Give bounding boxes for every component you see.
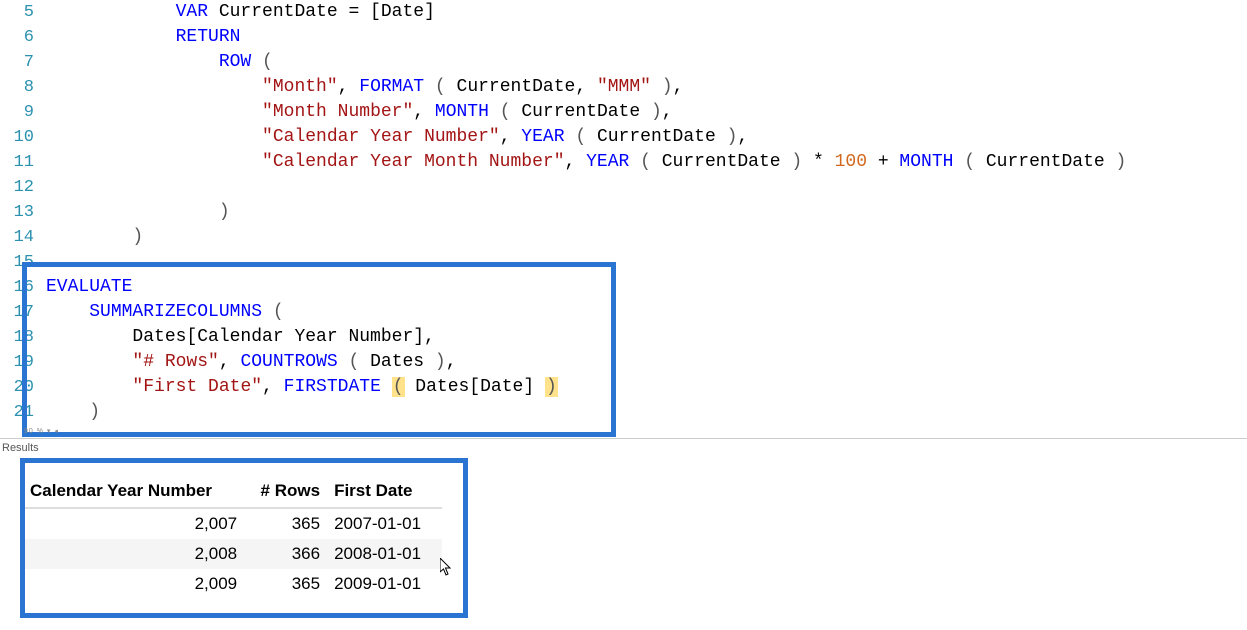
table-row[interactable]: 2,0083662008-01-01 <box>24 539 442 569</box>
col-header-rowcount[interactable]: # Rows <box>245 475 328 508</box>
code-line[interactable]: 20 "First Date", FIRSTDATE ( Dates[Date]… <box>0 375 1247 400</box>
cell-rowcount[interactable]: 366 <box>245 539 328 569</box>
line-number: 19 <box>0 350 46 375</box>
zoom-indicator[interactable]: 90 % ▾ ◂ <box>24 427 59 435</box>
line-number: 12 <box>0 175 46 200</box>
code-line[interactable]: 7 ROW ( <box>0 50 1247 75</box>
code-line[interactable]: 13 ) <box>0 200 1247 225</box>
results-pane-label: Results <box>2 442 39 454</box>
cell-firstdate[interactable]: 2009-01-01 <box>328 569 442 599</box>
code-content[interactable] <box>46 250 1247 275</box>
code-line[interactable]: 17 SUMMARIZECOLUMNS ( <box>0 300 1247 325</box>
line-number: 5 <box>0 0 46 25</box>
code-content[interactable]: "First Date", FIRSTDATE ( Dates[Date] ) <box>46 375 1247 400</box>
cell-year[interactable]: 2,009 <box>24 569 245 599</box>
cell-year[interactable]: 2,007 <box>24 508 245 539</box>
table-row[interactable]: 2,0093652009-01-01 <box>24 569 442 599</box>
code-content[interactable]: VAR CurrentDate = [Date] <box>46 0 1247 25</box>
code-content[interactable]: SUMMARIZECOLUMNS ( <box>46 300 1247 325</box>
code-content[interactable] <box>46 175 1247 200</box>
table-row[interactable]: 2,0073652007-01-01 <box>24 508 442 539</box>
line-number: 10 <box>0 125 46 150</box>
code-content[interactable]: "Month Number", MONTH ( CurrentDate ), <box>46 100 1247 125</box>
code-content[interactable]: Dates[Calendar Year Number], <box>46 325 1247 350</box>
cell-rowcount[interactable]: 365 <box>245 508 328 539</box>
col-header-firstdate[interactable]: First Date <box>328 475 442 508</box>
line-number: 8 <box>0 75 46 100</box>
line-number: 15 <box>0 250 46 275</box>
code-line[interactable]: 6 RETURN <box>0 25 1247 50</box>
code-line[interactable]: 10 "Calendar Year Number", YEAR ( Curren… <box>0 125 1247 150</box>
code-line[interactable]: 19 "# Rows", COUNTROWS ( Dates ), <box>0 350 1247 375</box>
code-line[interactable]: 12 <box>0 175 1247 200</box>
line-number: 20 <box>0 375 46 400</box>
code-content[interactable]: EVALUATE <box>46 275 1247 300</box>
cell-firstdate[interactable]: 2007-01-01 <box>328 508 442 539</box>
code-line[interactable]: 8 "Month", FORMAT ( CurrentDate, "MMM" )… <box>0 75 1247 100</box>
code-line[interactable]: 11 "Calendar Year Month Number", YEAR ( … <box>0 150 1247 175</box>
line-number: 9 <box>0 100 46 125</box>
code-content[interactable]: "Calendar Year Number", YEAR ( CurrentDa… <box>46 125 1247 150</box>
line-number: 7 <box>0 50 46 75</box>
code-line[interactable]: 21 ) <box>0 400 1247 425</box>
line-number: 16 <box>0 275 46 300</box>
line-number: 17 <box>0 300 46 325</box>
code-content[interactable]: "# Rows", COUNTROWS ( Dates ), <box>46 350 1247 375</box>
cell-rowcount[interactable]: 365 <box>245 569 328 599</box>
line-number: 14 <box>0 225 46 250</box>
line-number: 11 <box>0 150 46 175</box>
code-content[interactable]: "Calendar Year Month Number", YEAR ( Cur… <box>46 150 1247 175</box>
code-content[interactable]: "Month", FORMAT ( CurrentDate, "MMM" ), <box>46 75 1247 100</box>
cell-year[interactable]: 2,008 <box>24 539 245 569</box>
line-number: 21 <box>0 400 46 425</box>
pane-divider <box>0 438 1247 439</box>
code-line[interactable]: 16EVALUATE <box>0 275 1247 300</box>
col-header-year[interactable]: Calendar Year Number <box>24 475 245 508</box>
code-content[interactable]: ) <box>46 225 1247 250</box>
code-content[interactable]: ) <box>46 400 1247 425</box>
code-content[interactable]: RETURN <box>46 25 1247 50</box>
line-number: 6 <box>0 25 46 50</box>
cell-firstdate[interactable]: 2008-01-01 <box>328 539 442 569</box>
code-line[interactable]: 14 ) <box>0 225 1247 250</box>
code-editor[interactable]: 5 VAR CurrentDate = [Date]6 RETURN7 ROW … <box>0 0 1247 425</box>
results-grid[interactable]: Calendar Year Number # Rows First Date 2… <box>24 475 442 599</box>
code-line[interactable]: 18 Dates[Calendar Year Number], <box>0 325 1247 350</box>
line-number: 13 <box>0 200 46 225</box>
code-line[interactable]: 5 VAR CurrentDate = [Date] <box>0 0 1247 25</box>
code-content[interactable]: ) <box>46 200 1247 225</box>
code-content[interactable]: ROW ( <box>46 50 1247 75</box>
code-line[interactable]: 9 "Month Number", MONTH ( CurrentDate ), <box>0 100 1247 125</box>
line-number: 18 <box>0 325 46 350</box>
code-line[interactable]: 15 <box>0 250 1247 275</box>
